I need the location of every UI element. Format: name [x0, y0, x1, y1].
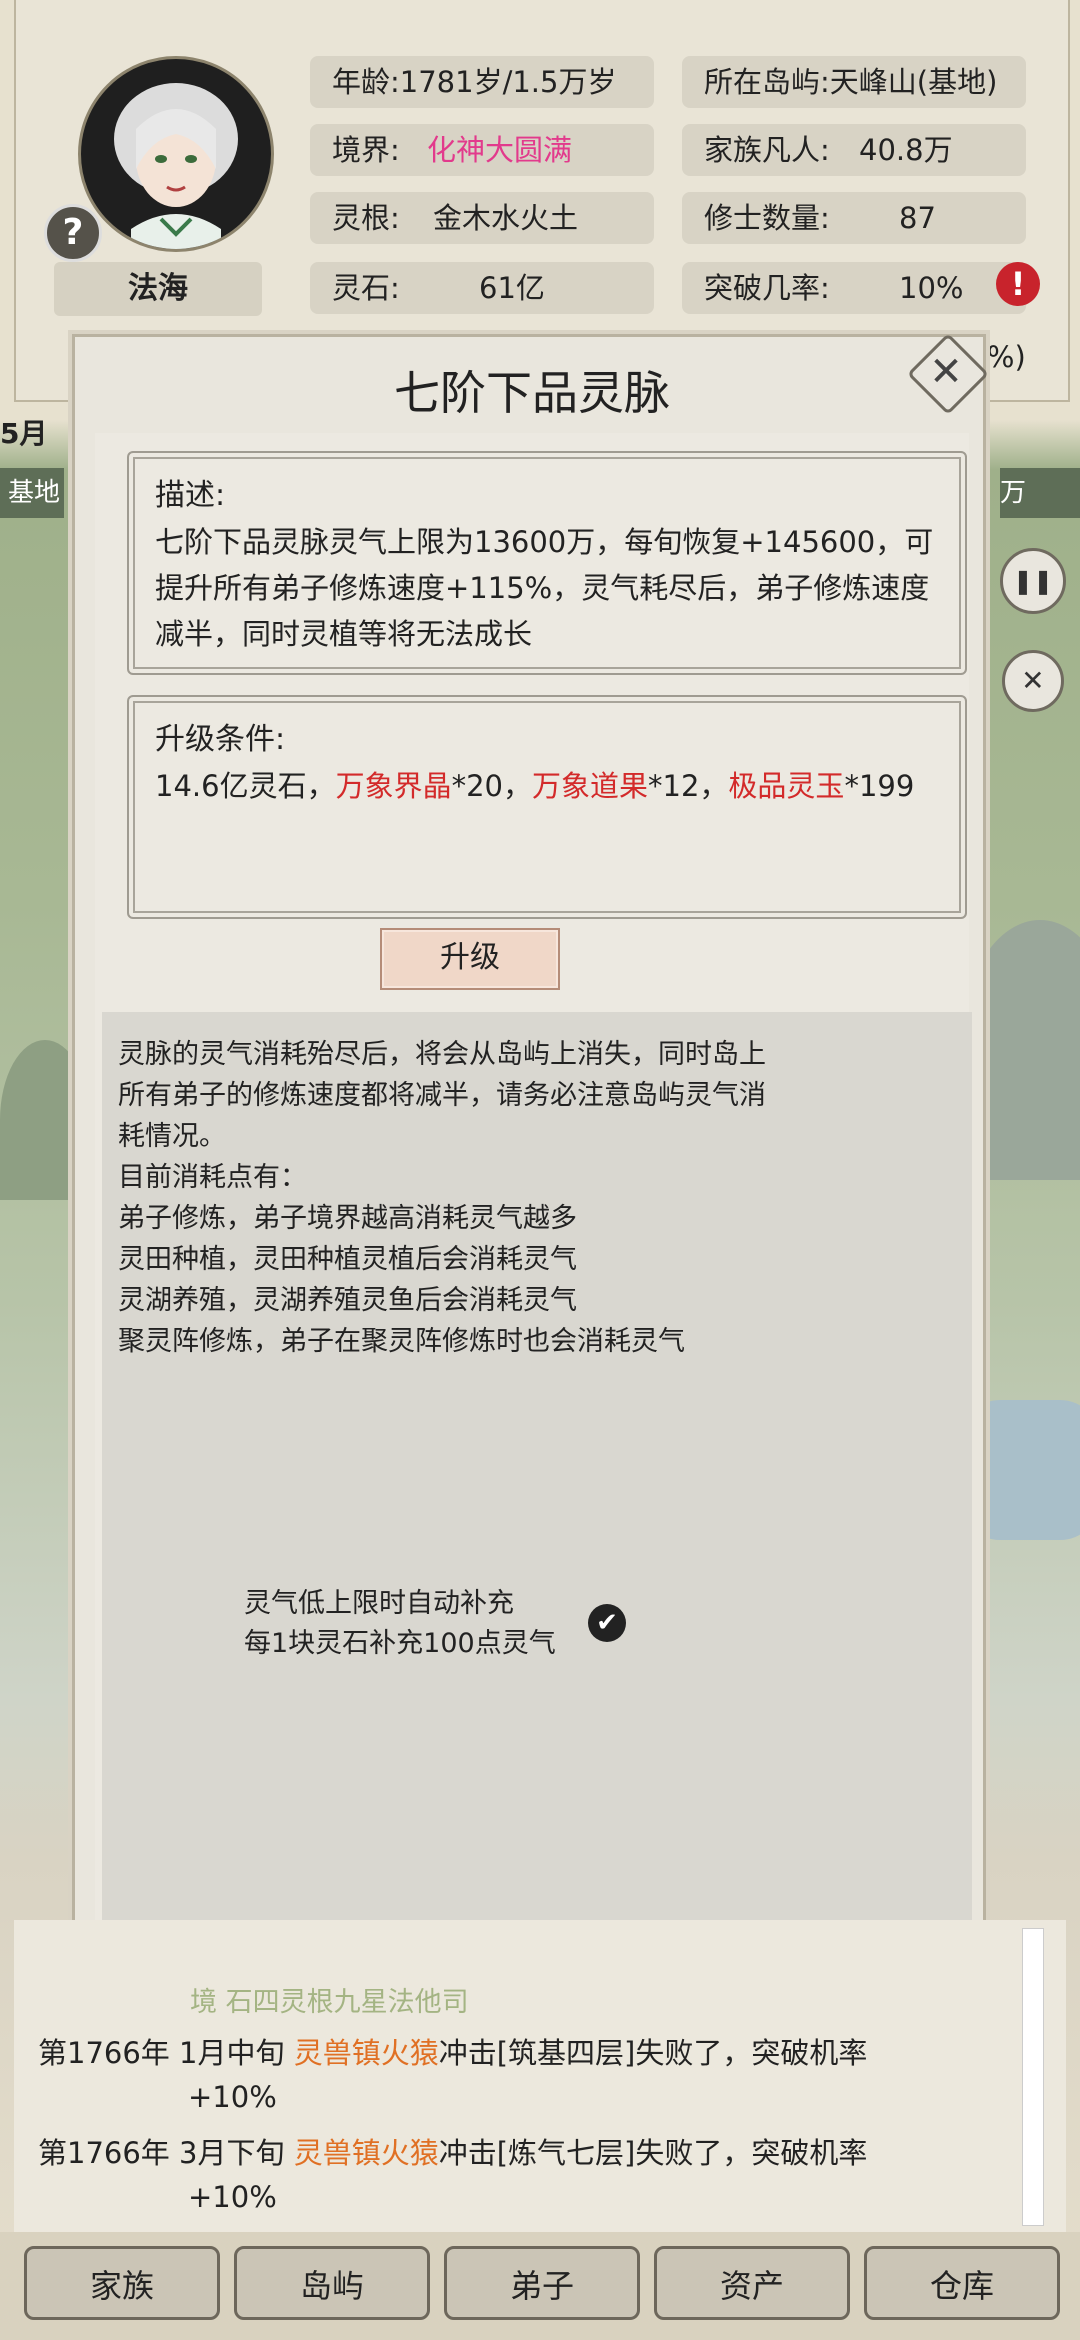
island-value: 天峰山(基地) [829, 65, 998, 99]
log-text: 冲击[炼气七层]失败了，突破机率 [438, 2136, 868, 2170]
info-line: 灵湖养殖，灵湖养殖灵鱼后会消耗灵气 [118, 1285, 577, 1316]
log-entry-tail: +10% [188, 2180, 277, 2214]
req-item-3-qty: *199 [844, 769, 915, 803]
upgrade-button[interactable]: 升级 [380, 928, 560, 990]
req-stone: 14.6亿灵石， [155, 769, 336, 803]
age-label: 年龄: [332, 65, 400, 99]
log-name: 灵兽镇火猿 [293, 2036, 439, 2070]
log-text: 冲击[筑基四层]失败了，突破机率 [438, 2036, 868, 2070]
mortals-stat: 家族凡人: 40.8万 [682, 124, 1026, 176]
warning-icon[interactable]: ! [996, 262, 1040, 306]
nav-disciples[interactable]: 弟子 [444, 2246, 640, 2320]
req-item-2: 万象道果 [532, 769, 649, 803]
island-stat: 所在岛屿:天峰山(基地) [682, 56, 1026, 108]
info-line: 聚灵阵修炼，弟子在聚灵阵修炼时也会消耗灵气 [118, 1326, 685, 1357]
dialog-close-button[interactable]: ✕ [906, 332, 990, 416]
description-text: 七阶下品灵脉灵气上限为13600万，每旬恢复+145600，可提升所有弟子修炼速… [155, 525, 934, 651]
event-log [14, 1920, 1066, 2232]
description-box: 描述: 七阶下品灵脉灵气上限为13600万，每旬恢复+145600，可提升所有弟… [127, 451, 967, 675]
root-label: 灵根: [332, 201, 400, 235]
breakthrough-label: 突破几率: [704, 271, 830, 305]
base-tag: 基地 [0, 468, 64, 518]
description-label: 描述: [155, 478, 226, 513]
info-line: 所有弟子的修炼速度都将减半，请务必注意岛屿灵气消 [118, 1080, 766, 1111]
realm-stat: 境界: 化神大圆满 [310, 124, 654, 176]
portrait-icon [114, 83, 238, 249]
upgrade-requirements-box: 升级条件: 14.6亿灵石，万象界晶*20，万象道果*12，极品灵玉*199 [127, 695, 967, 919]
resource-tag: 万 [1000, 468, 1080, 518]
cultivators-stat: 修士数量: 87 [682, 192, 1026, 244]
nav-warehouse[interactable]: 仓库 [864, 2246, 1060, 2320]
close-icon: ✕ [929, 349, 963, 395]
realm-label: 境界: [332, 133, 400, 167]
pause-icon[interactable]: ❚❚ [1000, 548, 1066, 614]
auto-refill-line2: 每1块灵石补充100点灵气 [244, 1628, 556, 1659]
help-icon[interactable]: ? [44, 204, 102, 262]
auto-refill-line1: 灵气低上限时自动补充 [244, 1588, 514, 1619]
spirit-stone-stat: 灵石: 61亿 [310, 262, 654, 314]
log-scrollbar[interactable] [1022, 1928, 1044, 2226]
info-line: 耗情况。 [118, 1121, 226, 1152]
dialog-title: 七阶下品灵脉 [394, 366, 670, 420]
info-line: 目前消耗点有： [118, 1162, 307, 1193]
info-text: 灵脉的灵气消耗殆尽后，将会从岛屿上消失，同时岛上 所有弟子的修炼速度都将减半，请… [118, 1034, 938, 1362]
log-name: 灵兽镇火猿 [293, 2136, 439, 2170]
realm-value: 化神大圆满 [427, 133, 573, 167]
info-line: 灵田种植，灵田种植灵植后会消耗灵气 [118, 1244, 577, 1275]
req-item-3: 极品灵玉 [728, 769, 845, 803]
log-partial-line: 境 石四灵根九星法他司 [190, 1987, 469, 2018]
close-map-glyph: ✕ [1021, 664, 1045, 697]
stone-label: 灵石: [332, 271, 400, 305]
cultivators-value: 87 [899, 201, 936, 235]
breakthrough-value: 10% [899, 271, 964, 305]
age-value: 1781岁/1.5万岁 [399, 65, 617, 99]
breakthrough-stat: 突破几率: 10% [682, 262, 1026, 314]
mortals-label: 家族凡人: [704, 133, 830, 167]
nav-family[interactable]: 家族 [24, 2246, 220, 2320]
log-entry-tail: +10% [188, 2080, 277, 2114]
month-indicator: 5月 [0, 417, 48, 450]
auto-refill-checkbox-icon[interactable]: ✔ [588, 1604, 626, 1642]
log-date: 第1766年 3月下旬 [38, 2136, 294, 2170]
stone-value: 61亿 [479, 271, 545, 305]
auto-refill-label: 灵气低上限时自动补充 每1块灵石补充100点灵气 [244, 1584, 556, 1664]
character-name: 法海 [54, 262, 262, 316]
info-line: 弟子修炼，弟子境界越高消耗灵气越多 [118, 1203, 577, 1234]
nav-islands[interactable]: 岛屿 [234, 2246, 430, 2320]
req-item-1-qty: *20， [451, 769, 532, 803]
info-line: 灵脉的灵气消耗殆尽后，将会从岛屿上消失，同时岛上 [118, 1039, 766, 1070]
log-entry: 第1766年 1月中旬 灵兽镇火猿冲击[筑基四层]失败了，突破机率 [38, 2030, 867, 2072]
cultivators-label: 修士数量: [704, 201, 830, 235]
log-entry: 第1766年 3月下旬 灵兽镇火猿冲击[炼气七层]失败了，突破机率 [38, 2130, 867, 2172]
log-date: 第1766年 1月中旬 [38, 2036, 294, 2070]
island-label: 所在岛屿: [704, 65, 830, 99]
root-value: 金木水火土 [433, 201, 579, 235]
mortals-value: 40.8万 [859, 133, 953, 167]
spirit-root-stat: 灵根: 金木水火土 [310, 192, 654, 244]
nav-assets[interactable]: 资产 [654, 2246, 850, 2320]
req-item-1: 万象界晶 [335, 769, 452, 803]
requirements-label: 升级条件: [155, 722, 286, 757]
character-avatar[interactable] [78, 56, 274, 252]
age-stat: 年龄:1781岁/1.5万岁 [310, 56, 654, 108]
req-item-2-qty: *12， [648, 769, 729, 803]
